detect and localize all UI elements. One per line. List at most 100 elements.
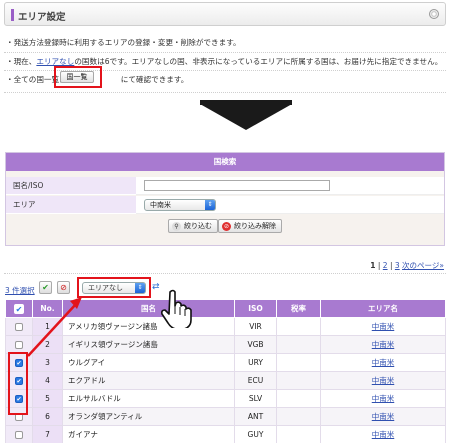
country-list-button[interactable]: 国一覧 [60,71,94,83]
row-tax [276,353,321,372]
magnifier-icon: ⚲ [172,222,181,231]
table-row: 6 オランダ領アンティル ANT 中南米 [5,407,446,426]
highlight-box: 国一覧 [54,66,102,88]
no-entry-icon: ⊘ [222,222,231,231]
row-number: 4 [32,371,63,390]
info-text: にて確認できます。 [120,75,189,84]
hand-cursor-icon [161,289,192,328]
row-country-name: オランダ領アンティル [62,407,235,426]
row-area-link[interactable]: 中南米 [320,371,446,390]
table-row: ✔ 4 エクアドル ECU 中南米 [5,371,446,390]
table-row: 1 アメリカ領ヴァージン諸島 VIR 中南米 [5,317,446,336]
country-label: 国名/ISO [6,177,136,195]
row-checkbox[interactable] [15,341,23,349]
row-tax [276,317,321,336]
row-number: 7 [32,425,63,443]
title-accent-bar [11,9,14,21]
header-tax: 税率 [276,299,321,318]
row-country-name: アメリカ領ヴァージン諸島 [62,317,235,336]
gear-icon[interactable] [429,9,439,19]
header-check-all[interactable]: ✔ [5,299,33,318]
country-table: ✔ No. 国名 ISO 税率 エリア名 1 アメリカ領ヴァージン諸島 VIR 中南米… [5,299,446,443]
row-tax [276,371,321,390]
filter-button[interactable]: ⚲ 絞り込む [168,219,218,233]
row-iso: URY [234,353,277,372]
row-iso: GUY [234,425,277,443]
uncheck-all-button[interactable]: ⊘ [57,281,70,294]
row-iso: ECU [234,371,277,390]
info-text: の国数は6です。エリアなしの国、非表示になっているエリアに所属する国は、お届け先… [74,57,443,66]
table-row: 7 ガイアナ GUY 中南米 [5,425,446,443]
row-number: 6 [32,407,63,426]
bulk-area-select[interactable]: エリアなし ⇕ [82,281,146,294]
table-row: 2 イギリス領ヴァージン諸島 VGB 中南米 [5,335,446,354]
row-checkbox-cell[interactable] [5,335,33,354]
divider [4,52,446,53]
divider [4,273,446,274]
no-area-link[interactable]: エリアなし [36,57,74,66]
page-header: エリア設定 [4,2,446,26]
row-area-link[interactable]: 中南米 [320,317,446,336]
row-checkbox[interactable] [15,323,23,331]
checkmark-icon: ✔ [14,303,24,314]
checkmark-icon: ✔ [42,283,49,292]
uncheck-icon: ⊘ [60,283,67,292]
row-tax [276,335,321,354]
area-select-value: 中南米 [150,201,171,209]
filter-button-label: 絞り込む [184,222,212,230]
page-title: エリア設定 [18,12,66,23]
down-arrow-icon [200,104,292,130]
header-country: 国名 [62,299,235,318]
clear-button-label: 絞り込み解除 [234,222,276,230]
page-sep: | [375,261,383,270]
pagination: 1 | 2 | 3 次のページ» [370,260,444,271]
page-link-3[interactable]: 3 [395,261,400,270]
header-iso: ISO [234,299,277,318]
page-sep: | [387,261,395,270]
row-checkbox[interactable] [15,431,23,439]
row-area-link[interactable]: 中南米 [320,425,446,443]
row-iso: SLV [234,389,277,408]
row-area-link[interactable]: 中南米 [320,407,446,426]
row-country-name: ガイアナ [62,425,235,443]
area-label: エリア [6,196,136,214]
check-all-button[interactable]: ✔ [39,281,52,294]
row-number: 5 [32,389,63,408]
info-text: ・現在、 [6,57,37,66]
header-area: エリア名 [320,299,446,318]
row-country-name: エクアドル [62,371,235,390]
row-area-link[interactable]: 中南米 [320,335,446,354]
chevron-updown-icon: ⇕ [205,200,215,210]
table-row: ✔ 3 ウルグアイ URY 中南米 [5,353,446,372]
row-number: 1 [32,317,63,336]
row-iso: ANT [234,407,277,426]
country-row [136,177,444,195]
row-tax [276,407,321,426]
search-panel-title: 国検索 [6,153,444,171]
row-area-link[interactable]: 中南米 [320,389,446,408]
country-input[interactable] [144,180,330,191]
row-number: 2 [32,335,63,354]
row-area-link[interactable]: 中南米 [320,353,446,372]
row-country-name: エルサルバドル [62,389,235,408]
row-country-name: ウルグアイ [62,353,235,372]
row-checkbox-cell[interactable] [5,317,33,336]
divider [4,92,446,93]
row-tax [276,425,321,443]
row-tax [276,389,321,408]
row-iso: VGB [234,335,277,354]
table-row: ✔ 5 エルサルバドル SLV 中南米 [5,389,446,408]
chevron-updown-icon: ⇕ [135,282,145,293]
table-header-row: ✔ No. 国名 ISO 税率 エリア名 [5,299,446,318]
next-page-link[interactable]: 次のページ» [402,261,444,270]
row-checkbox-cell[interactable] [5,425,33,443]
row-iso: VIR [234,317,277,336]
area-select[interactable]: 中南米 ⇕ [144,199,216,211]
header-no: No. [32,299,63,318]
row-number: 3 [32,353,63,372]
row-country-name: イギリス領ヴァージン諸島 [62,335,235,354]
clear-filter-button[interactable]: ⊘ 絞り込み解除 [218,219,282,233]
selected-count-link[interactable]: 3 件選択 [5,285,35,296]
bulk-area-select-value: エリアなし [88,283,123,292]
info-line-1: ・発送方法登録時に利用するエリアの登録・変更・削除ができます。 [6,38,241,47]
